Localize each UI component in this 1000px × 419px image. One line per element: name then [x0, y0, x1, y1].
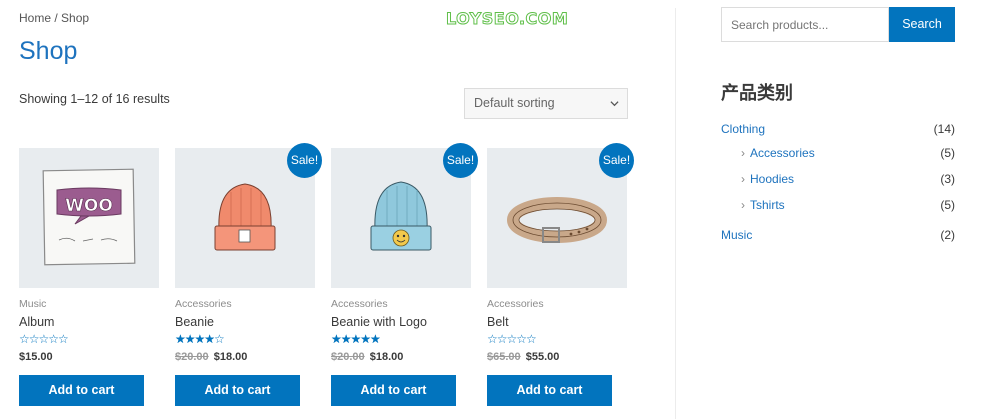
regular-price: $20.00 [175, 351, 209, 363]
product-categories-title: 产品类别 [721, 83, 793, 104]
sale-badge: Sale! [287, 143, 322, 178]
result-count: Showing 1–12 of 16 results [19, 92, 170, 106]
category-count: (5) [940, 146, 955, 160]
product-price: $20.00 $18.00 [175, 351, 247, 363]
product-category: Music [19, 298, 47, 310]
product-category: Accessories [487, 298, 544, 310]
breadcrumb-current: Shop [61, 11, 90, 25]
category-label[interactable]: Accessories [750, 146, 815, 160]
category-item-music[interactable]: Music (2) [721, 227, 955, 243]
svg-text:WOO: WOO [65, 196, 113, 216]
category-count: (2) [940, 228, 955, 242]
category-label[interactable]: Music [721, 228, 752, 242]
category-count: (14) [933, 122, 955, 136]
category-item-clothing[interactable]: Clothing (14) [721, 121, 955, 137]
album-cover-image: WOO [42, 168, 136, 266]
category-label[interactable]: Clothing [721, 122, 765, 136]
category-count: (3) [940, 172, 955, 186]
product-card-album: WOO Music Album ☆☆☆☆☆ $15.00 Add to cart [19, 148, 159, 406]
add-to-cart-button[interactable]: Add to cart [19, 375, 144, 406]
category-label[interactable]: Tshirts [750, 198, 785, 212]
sidebar: Search 产品类别 Clothing (14) › Accessories (… [676, 0, 1000, 419]
sort-select[interactable]: Default sorting [464, 88, 628, 119]
sort-select-value: Default sorting [474, 96, 555, 110]
product-price: $20.00 $18.00 [331, 351, 403, 363]
regular-price: $20.00 [331, 351, 365, 363]
add-to-cart-button[interactable]: Add to cart [487, 375, 612, 406]
product-name[interactable]: Beanie with Logo [331, 315, 427, 329]
chevron-right-icon: › [741, 146, 745, 160]
add-to-cart-button[interactable]: Add to cart [175, 375, 300, 406]
category-count: (5) [940, 198, 955, 212]
chevron-right-icon: › [741, 198, 745, 212]
product-image[interactable]: WOO [19, 148, 159, 288]
product-name[interactable]: Beanie [175, 315, 214, 329]
search-button[interactable]: Search [889, 7, 955, 42]
regular-price: $65.00 [487, 351, 521, 363]
chevron-right-icon: › [741, 172, 745, 186]
chevron-down-icon [610, 101, 619, 107]
product-rating: ☆☆☆☆☆ [487, 332, 537, 346]
product-price: $15.00 [19, 351, 53, 363]
breadcrumb-separator: / [51, 11, 62, 25]
category-item-tshirts[interactable]: › Tshirts (5) [741, 197, 955, 213]
sale-badge: Sale! [443, 143, 478, 178]
add-to-cart-button[interactable]: Add to cart [331, 375, 456, 406]
sale-badge: Sale! [599, 143, 634, 178]
category-item-hoodies[interactable]: › Hoodies (3) [741, 171, 955, 187]
product-price: $65.00 $55.00 [487, 351, 559, 363]
breadcrumb-home-link[interactable]: Home [19, 11, 51, 25]
product-rating: ☆☆☆☆☆★★★★★ [331, 332, 381, 346]
product-category: Accessories [175, 298, 232, 310]
sale-price: $18.00 [369, 351, 404, 363]
sale-price: $18.00 [213, 351, 248, 363]
product-rating: ☆☆☆☆☆★★★★★ [175, 332, 225, 346]
product-name[interactable]: Belt [487, 315, 509, 329]
shop-main: Home / Shop LOYSEO.COM Shop Showing 1–12… [0, 0, 675, 419]
sale-price: $55.00 [525, 351, 560, 363]
current-price: $15.00 [19, 351, 53, 363]
watermark: LOYSEO.COM [445, 9, 569, 29]
category-label[interactable]: Hoodies [750, 172, 794, 186]
product-rating: ☆☆☆☆☆ [19, 332, 69, 346]
product-category: Accessories [331, 298, 388, 310]
product-name[interactable]: Album [19, 315, 54, 329]
page-title: Shop [19, 37, 78, 65]
search-input[interactable] [721, 7, 889, 42]
breadcrumb: Home / Shop [19, 11, 89, 25]
category-item-accessories[interactable]: › Accessories (5) [741, 145, 955, 161]
